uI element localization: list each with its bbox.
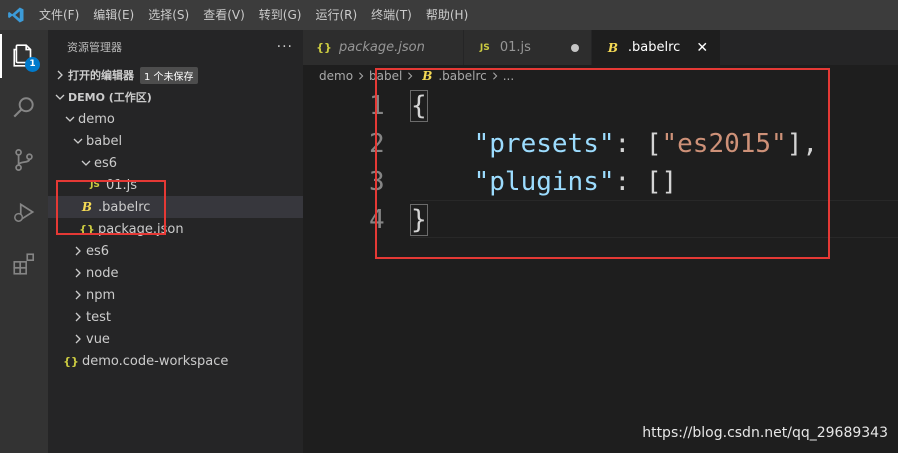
tree-item-label: es6: [94, 155, 118, 171]
title-bar: 文件(F) 编辑(E) 选择(S) 查看(V) 转到(G) 运行(R) 终端(T) 帮助(H): [0, 0, 898, 30]
menu-item[interactable]: 查看(V): [196, 0, 252, 30]
editor-tab[interactable]: B .babelrc ✕: [591, 30, 722, 65]
chevron-right-icon: [52, 64, 68, 86]
chevron-right-icon: [70, 328, 86, 350]
tab-label: package.json: [339, 40, 425, 55]
tree-item-label: vue: [86, 331, 110, 347]
tab-label: .babelrc: [627, 40, 681, 55]
editor-tab[interactable]: {} package.json: [303, 30, 464, 65]
tree-item[interactable]: test: [48, 306, 303, 328]
tree-item-label: node: [86, 265, 119, 281]
tree-item-label: demo.code-workspace: [82, 353, 229, 369]
chevron-right-icon: [70, 306, 86, 328]
tree-item-label: test: [86, 309, 111, 325]
menu-item[interactable]: 编辑(E): [86, 0, 141, 30]
source-control-icon[interactable]: [0, 134, 48, 186]
menu-item[interactable]: 转到(G): [252, 0, 309, 30]
annotation-box-babelrc: [56, 180, 166, 235]
vscode-logo-icon: [0, 0, 32, 30]
tree-item[interactable]: es6: [48, 152, 303, 174]
open-editors-section[interactable]: 打开的编辑器 1 个未保存: [48, 64, 303, 86]
file-tree: demo babel es6 JS 01.js B .babelrc{} package.js…: [48, 108, 303, 372]
explorer-badge: 1: [25, 57, 40, 72]
sidebar-title: 资源管理器: [67, 41, 122, 54]
chevron-right-icon: [357, 69, 365, 83]
tree-item-label: npm: [86, 287, 116, 303]
workspace-label: DEMO (工作区): [68, 91, 152, 104]
chevron-down-icon: [78, 152, 94, 174]
json-file-icon: {}: [316, 41, 332, 54]
chevron-down-icon: [62, 108, 78, 130]
json-file-icon: {}: [63, 354, 79, 368]
tree-item[interactable]: babel: [48, 130, 303, 152]
menu-item[interactable]: 文件(F): [32, 0, 86, 30]
explorer-icon[interactable]: 1: [0, 30, 48, 82]
unsaved-count-badge: 1 个未保存: [140, 66, 198, 84]
run-debug-icon[interactable]: [0, 186, 48, 238]
chevron-right-icon: [70, 284, 86, 306]
breadcrumb-item[interactable]: demo: [319, 69, 353, 83]
chevron-down-icon: [52, 86, 68, 108]
chevron-down-icon: [70, 130, 86, 152]
workspace-section[interactable]: DEMO (工作区): [48, 86, 303, 108]
tab-label: 01.js: [499, 40, 531, 55]
editor-tab[interactable]: JS 01.js: [463, 30, 592, 65]
extensions-icon[interactable]: [0, 238, 48, 290]
search-icon[interactable]: [0, 82, 48, 134]
tree-item-label: es6: [86, 243, 110, 259]
tree-item-label: babel: [86, 133, 123, 149]
editor-tabs: {} package.json JS 01.js B .babelrc ✕: [303, 30, 898, 65]
tree-item[interactable]: npm: [48, 284, 303, 306]
menu-item[interactable]: 帮助(H): [419, 0, 475, 30]
menu-bar: 文件(F) 编辑(E) 选择(S) 查看(V) 转到(G) 运行(R) 终端(T) 帮助(H): [32, 0, 475, 30]
open-editors-label: 打开的编辑器: [68, 69, 134, 82]
tree-item[interactable]: es6: [48, 240, 303, 262]
unsaved-dot-icon[interactable]: [570, 43, 579, 52]
tree-item[interactable]: demo: [48, 108, 303, 130]
js-file-icon: JS: [479, 42, 490, 53]
tree-item[interactable]: {} demo.code-workspace: [48, 350, 303, 372]
tree-item-label: demo: [78, 111, 115, 127]
babel-file-icon: B: [607, 40, 618, 55]
menu-item[interactable]: 终端(T): [364, 0, 419, 30]
menu-item[interactable]: 选择(S): [141, 0, 196, 30]
chevron-right-icon: [70, 262, 86, 284]
menu-item[interactable]: 运行(R): [308, 0, 364, 30]
annotation-box-code: [375, 68, 830, 259]
tree-item[interactable]: node: [48, 262, 303, 284]
sidebar-header: 资源管理器 ···: [48, 30, 303, 64]
more-actions-icon[interactable]: ···: [277, 39, 293, 55]
explorer-sidebar: 资源管理器 ··· 打开的编辑器 1 个未保存 DEMO (工作区) demo b…: [48, 30, 303, 453]
watermark: https://blog.csdn.net/qq_29689343: [642, 425, 888, 441]
tree-item[interactable]: vue: [48, 328, 303, 350]
activity-bar: 1: [0, 30, 48, 453]
close-icon[interactable]: ✕: [696, 40, 708, 56]
chevron-right-icon: [70, 240, 86, 262]
